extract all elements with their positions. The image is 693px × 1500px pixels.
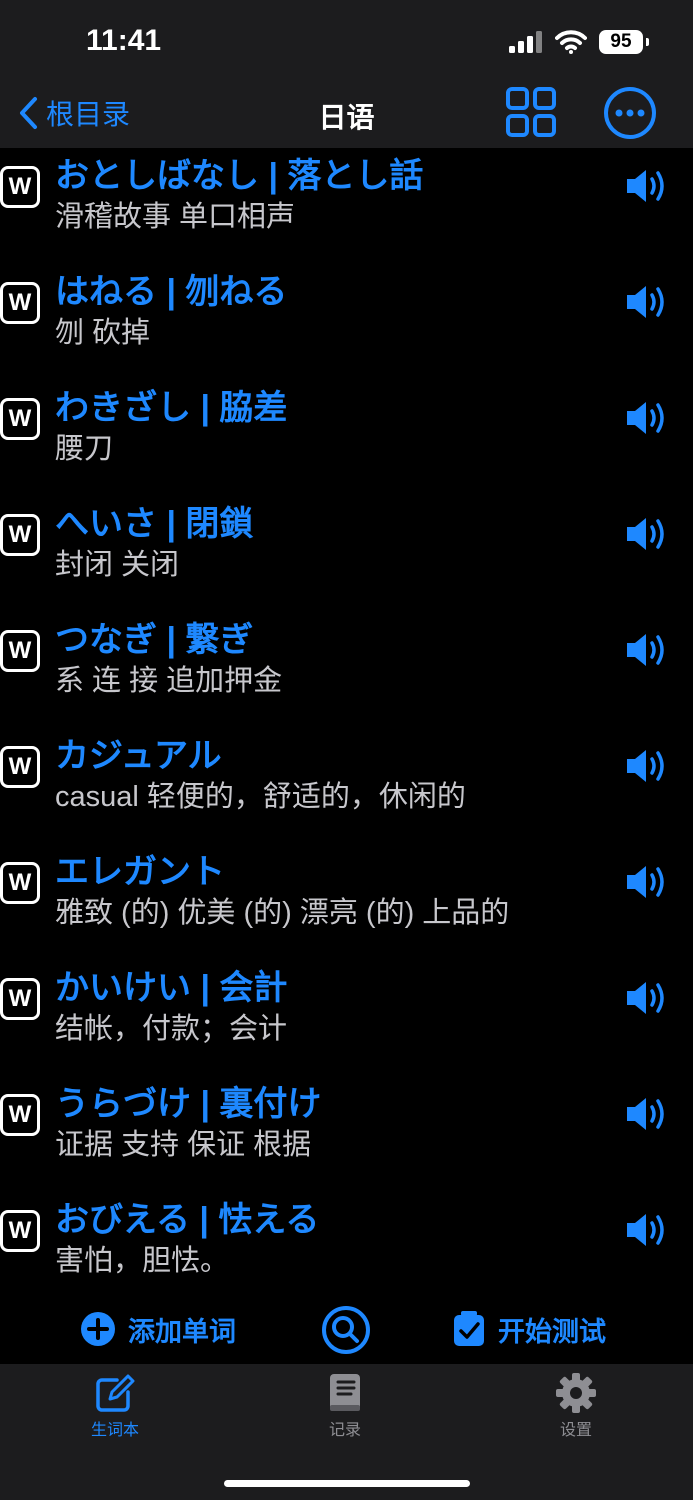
word-row[interactable]: W うらづけ | 裏付け 证据 支持 保证 根据 <box>0 1076 693 1192</box>
word-meaning: 系 连 接 追加押金 <box>55 665 283 697</box>
word-row[interactable]: W かいけい | 会計 结帐，付款；会计 <box>0 960 693 1076</box>
speaker-icon[interactable] <box>624 398 670 438</box>
wifi-icon <box>555 30 587 54</box>
status-time: 11:41 <box>86 24 162 57</box>
word-row[interactable]: W エレガント 雅致 (的) 优美 (的) 漂亮 (的) 上品的 <box>0 844 693 960</box>
speaker-icon[interactable] <box>624 746 670 786</box>
word-meaning: 封闭 关闭 <box>55 549 180 581</box>
more-options-icon[interactable] <box>603 86 657 140</box>
word-term: つなぎ | 繋ぎ <box>55 621 254 659</box>
word-list: W おとしばなし | 落とし話 滑稽故事 单口相声 W はねる | 刎ねる 刎 … <box>0 148 693 1290</box>
back-label: 根目录 <box>46 99 131 130</box>
speaker-icon[interactable] <box>624 630 670 670</box>
word-term: うらづけ | 裏付け <box>55 1085 322 1123</box>
word-row[interactable]: W はねる | 刎ねる 刎 砍掉 <box>0 264 693 380</box>
word-row[interactable]: W カジュアル casual 轻便的，舒适的，休闲的 <box>0 728 693 844</box>
word-term: わきざし | 脇差 <box>55 389 288 427</box>
tab-label: 设置 <box>559 1422 592 1439</box>
word-row[interactable]: W わきざし | 脇差 腰刀 <box>0 380 693 496</box>
speaker-icon[interactable] <box>624 1094 670 1134</box>
add-word-button[interactable]: 添加单词 <box>80 1306 236 1352</box>
word-badge-icon: W <box>0 398 40 440</box>
navigation-bar: 根目录 日语 <box>0 82 693 148</box>
word-term: おとしばなし | 落とし話 <box>55 157 424 195</box>
tab-records[interactable]: 记录 <box>285 1372 405 1440</box>
word-row[interactable]: W おとしばなし | 落とし話 滑稽故事 单口相声 <box>0 148 693 264</box>
home-indicator[interactable] <box>224 1480 470 1487</box>
battery-indicator: 95 <box>599 30 649 54</box>
word-meaning: 证据 支持 保证 根据 <box>55 1129 312 1161</box>
edit-icon <box>96 1374 135 1412</box>
word-term: おびえる | 怯える <box>55 1201 320 1239</box>
word-meaning: 腰刀 <box>55 433 114 465</box>
word-badge-icon: W <box>0 1094 40 1136</box>
speaker-icon[interactable] <box>624 166 670 206</box>
word-row[interactable]: W へいさ | 閉鎖 封闭 关闭 <box>0 496 693 612</box>
speaker-icon[interactable] <box>624 514 670 554</box>
word-row[interactable]: W おびえる | 怯える 害怕，胆怯。 <box>0 1192 693 1290</box>
word-meaning: casual 轻便的，舒适的，休闲的 <box>55 781 466 813</box>
book-icon <box>330 1374 360 1411</box>
word-badge-icon: W <box>0 862 40 904</box>
word-badge-icon: W <box>0 978 40 1020</box>
tab-vocabulary[interactable]: 生词本 <box>55 1372 175 1440</box>
word-badge-icon: W <box>0 282 40 324</box>
speaker-icon[interactable] <box>624 862 670 902</box>
word-meaning: 滑稽故事 单口相声 <box>55 201 296 233</box>
search-icon[interactable] <box>321 1305 371 1355</box>
status-bar: 11:41 95 <box>0 0 693 82</box>
chevron-left-icon <box>20 97 37 129</box>
word-badge-icon: W <box>0 514 40 556</box>
start-test-button[interactable]: 开始测试 <box>452 1306 606 1352</box>
plus-circle-icon <box>81 1312 115 1346</box>
word-term: かいけい | 会計 <box>55 969 288 1007</box>
tab-label: 生词本 <box>90 1422 139 1439</box>
word-term: はねる | 刎ねる <box>55 273 288 311</box>
clipboard-check-icon <box>454 1311 484 1346</box>
word-badge-icon: W <box>0 166 40 208</box>
back-button[interactable]: 根目录 <box>18 92 130 134</box>
action-bar: 添加单词 开始测试 <box>0 1296 693 1364</box>
tab-settings[interactable]: 设置 <box>516 1372 636 1440</box>
word-meaning: 雅致 (的) 优美 (的) 漂亮 (的) 上品的 <box>55 897 510 929</box>
speaker-icon[interactable] <box>624 978 670 1018</box>
word-term: へいさ | 閉鎖 <box>55 505 254 543</box>
word-row[interactable]: W つなぎ | 繋ぎ 系 连 接 追加押金 <box>0 612 693 728</box>
add-word-label: 添加单词 <box>128 1316 236 1347</box>
word-term: カジュアル <box>55 737 222 775</box>
word-badge-icon: W <box>0 746 40 788</box>
cellular-signal-icon <box>509 31 542 53</box>
word-term: エレガント <box>55 853 225 891</box>
word-meaning: 害怕，胆怯。 <box>55 1245 230 1277</box>
word-badge-icon: W <box>0 630 40 672</box>
gear-icon <box>556 1373 596 1413</box>
word-meaning: 结帐，付款；会计 <box>55 1013 288 1045</box>
tab-label: 记录 <box>328 1422 361 1439</box>
word-badge-icon: W <box>0 1210 40 1252</box>
start-test-label: 开始测试 <box>498 1316 606 1347</box>
grid-view-icon[interactable] <box>505 86 557 138</box>
word-meaning: 刎 砍掉 <box>55 317 151 349</box>
status-icons: 95 <box>509 27 649 57</box>
speaker-icon[interactable] <box>624 282 670 322</box>
speaker-icon[interactable] <box>624 1210 670 1250</box>
